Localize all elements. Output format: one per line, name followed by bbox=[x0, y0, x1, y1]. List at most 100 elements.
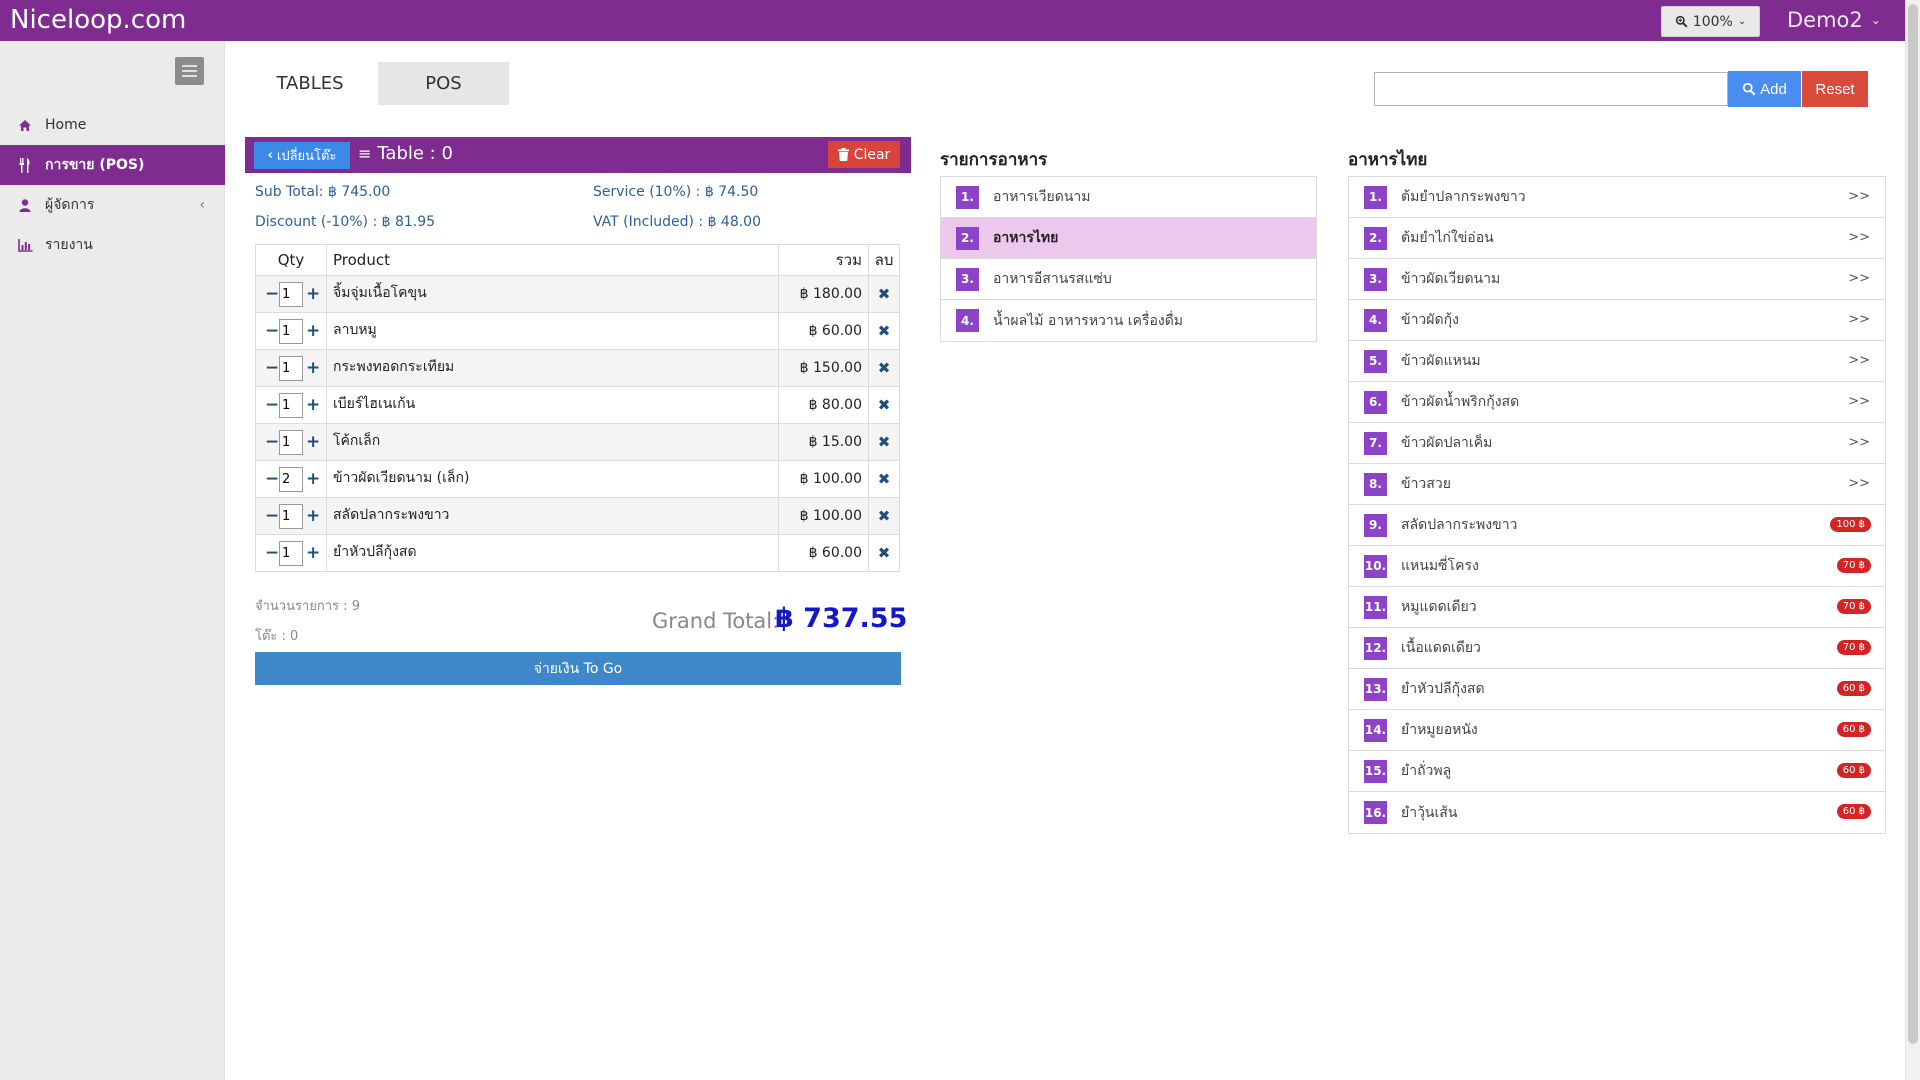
line-total: ฿ 150.00 bbox=[778, 349, 869, 387]
remove-item-icon[interactable]: ✖ bbox=[878, 285, 891, 303]
sidebar-item-reports[interactable]: รายงาน bbox=[0, 225, 225, 265]
menu-item-label: ข้าวผัดน้ำพริกกุ้งสด bbox=[1401, 394, 1520, 410]
decrease-qty-button[interactable]: − bbox=[265, 358, 279, 378]
menu-item[interactable]: 11. หมูแดดเดียว 70 ฿ bbox=[1349, 587, 1885, 628]
product-name: เบียร์ไฮเนเก้น bbox=[326, 386, 779, 424]
menu-item[interactable]: 6. ข้าวผัดน้ำพริกกุ้งสด >> bbox=[1349, 382, 1885, 423]
menu-item-label: ยำหัวปลีกุ้งสด bbox=[1401, 681, 1485, 697]
remove-item-icon[interactable]: ✖ bbox=[878, 433, 891, 451]
table-meta: โต๊ะ : 0 bbox=[255, 629, 299, 644]
category-item[interactable]: 4. น้ำผลไม้ อาหารหวาน เครื่องดื่ม bbox=[941, 300, 1316, 341]
menu-item[interactable]: 4. ข้าวผัดกุ้ง >> bbox=[1349, 300, 1885, 341]
decrease-qty-button[interactable]: − bbox=[265, 543, 279, 563]
scrollbar-thumb[interactable] bbox=[1908, 4, 1918, 1044]
decrease-qty-button[interactable]: − bbox=[265, 395, 279, 415]
table-row: − + ลาบหมู ฿ 60.00 ✖ bbox=[255, 312, 900, 350]
pay-button[interactable]: จ่ายเงิน To Go bbox=[255, 652, 901, 685]
zoom-dropdown[interactable]: 100% ⌄ bbox=[1661, 6, 1760, 37]
sidebar-item-home[interactable]: Home bbox=[0, 105, 225, 145]
qty-input[interactable] bbox=[279, 503, 303, 529]
tab-pos[interactable]: POS bbox=[378, 62, 509, 105]
decrease-qty-button[interactable]: − bbox=[265, 469, 279, 489]
page-scrollbar[interactable] bbox=[1905, 0, 1920, 1080]
tab-tables[interactable]: TABLES bbox=[250, 62, 370, 105]
remove-item-icon[interactable]: ✖ bbox=[878, 544, 891, 562]
increase-qty-button[interactable]: + bbox=[306, 469, 320, 489]
search-input[interactable] bbox=[1374, 72, 1728, 106]
brand-logo[interactable]: Niceloop.com bbox=[10, 5, 186, 35]
menu-item-label: แหนมซี่โครง bbox=[1401, 558, 1479, 574]
category-item[interactable]: 1. อาหารเวียดนาม bbox=[941, 177, 1316, 218]
discount-text: Discount (-10%) : ฿ 81.95 bbox=[255, 214, 436, 230]
qty-input[interactable] bbox=[279, 540, 303, 566]
category-item[interactable]: 2. อาหารไทย bbox=[941, 218, 1316, 259]
item-number: 1. bbox=[956, 185, 979, 209]
remove-item-icon[interactable]: ✖ bbox=[878, 470, 891, 488]
menu-item[interactable]: 5. ข้าวผัดแหนม >> bbox=[1349, 341, 1885, 382]
category-item[interactable]: 3. อาหารอีสานรสแซ่บ bbox=[941, 259, 1316, 300]
chevron-left-icon: ‹ bbox=[267, 148, 273, 163]
change-table-button[interactable]: ‹ เปลี่ยนโต๊ะ bbox=[254, 142, 350, 169]
submenu-arrow: >> bbox=[1848, 476, 1870, 491]
price-badge: 70 ฿ bbox=[1836, 599, 1871, 614]
item-number: 13. bbox=[1364, 677, 1387, 701]
menu-item[interactable]: 15. ยำถั่วพลู 60 ฿ bbox=[1349, 751, 1885, 792]
qty-input[interactable] bbox=[279, 392, 303, 418]
menu-item[interactable]: 12. เนื้อแดดเดียว 70 ฿ bbox=[1349, 628, 1885, 669]
increase-qty-button[interactable]: + bbox=[306, 321, 320, 341]
remove-item-icon[interactable]: ✖ bbox=[878, 507, 891, 525]
chevron-down-icon: ⌄ bbox=[1737, 16, 1747, 27]
trash-icon bbox=[837, 148, 849, 161]
menu-item[interactable]: 14. ยำหมูยอหนัง 60 ฿ bbox=[1349, 710, 1885, 751]
increase-qty-button[interactable]: + bbox=[306, 432, 320, 452]
menu-item[interactable]: 2. ต้มยำไก่ใข่อ่อน >> bbox=[1349, 218, 1885, 259]
menu-item[interactable]: 3. ข้าวผัดเวียดนาม >> bbox=[1349, 259, 1885, 300]
increase-qty-button[interactable]: + bbox=[306, 395, 320, 415]
menu-item[interactable]: 13. ยำหัวปลีกุ้งสด 60 ฿ bbox=[1349, 669, 1885, 710]
qty-input[interactable] bbox=[279, 281, 303, 307]
top-bar: Niceloop.com 100% ⌄ Demo2 ⌄ bbox=[0, 0, 1905, 41]
increase-qty-button[interactable]: + bbox=[306, 358, 320, 378]
menu-item[interactable]: 7. ข้าวผัดปลาเค็ม >> bbox=[1349, 423, 1885, 464]
remove-item-icon[interactable]: ✖ bbox=[878, 359, 891, 377]
qty-input[interactable] bbox=[279, 429, 303, 455]
remove-item-icon[interactable]: ✖ bbox=[878, 396, 891, 414]
qty-input[interactable] bbox=[279, 318, 303, 344]
user-menu[interactable]: Demo2 ⌄ bbox=[1787, 8, 1881, 32]
product-name: ข้าวผัดเวียดนาม (เล็ก) bbox=[326, 460, 779, 498]
menu-item[interactable]: 10. แหนมซี่โครง 70 ฿ bbox=[1349, 546, 1885, 587]
decrease-qty-button[interactable]: − bbox=[265, 321, 279, 341]
sidebar-toggle-button[interactable] bbox=[175, 57, 204, 85]
item-number: 7. bbox=[1364, 431, 1387, 455]
menu-item[interactable]: 16. ยำวุ้นเส้น 60 ฿ bbox=[1349, 792, 1885, 833]
decrease-qty-button[interactable]: − bbox=[265, 284, 279, 304]
zoom-icon bbox=[1675, 15, 1688, 28]
add-button[interactable]: Add bbox=[1728, 71, 1801, 107]
qty-input[interactable] bbox=[279, 466, 303, 492]
decrease-qty-button[interactable]: − bbox=[265, 506, 279, 526]
product-name: จิ้มจุ่มเนื้อโคขุน bbox=[326, 275, 779, 313]
product-name: กระพงทอดกระเทียม bbox=[326, 349, 779, 387]
reset-button[interactable]: Reset bbox=[1802, 71, 1868, 107]
clear-button[interactable]: Clear bbox=[828, 141, 900, 168]
menu-item-label: ยำหมูยอหนัง bbox=[1401, 722, 1478, 738]
sidebar-nav: Home การขาย (POS) ผู้จัดการ ‹ รายงาน bbox=[0, 105, 225, 265]
item-number: 4. bbox=[956, 309, 979, 332]
increase-qty-button[interactable]: + bbox=[306, 543, 320, 563]
menu-item[interactable]: 9. สลัดปลากระพงขาว 100 ฿ bbox=[1349, 505, 1885, 546]
remove-item-icon[interactable]: ✖ bbox=[878, 322, 891, 340]
add-button-label: Add bbox=[1760, 80, 1787, 98]
sidebar-item-manager[interactable]: ผู้จัดการ ‹ bbox=[0, 185, 225, 225]
menu-item[interactable]: 8. ข้าวสวย >> bbox=[1349, 464, 1885, 505]
change-table-label: เปลี่ยนโต๊ะ bbox=[276, 149, 337, 164]
decrease-qty-button[interactable]: − bbox=[265, 432, 279, 452]
category-list: 1. อาหารเวียดนาม 2. อาหารไทย 3. อาหารอีสานร… bbox=[940, 176, 1317, 342]
increase-qty-button[interactable]: + bbox=[306, 284, 320, 304]
increase-qty-button[interactable]: + bbox=[306, 506, 320, 526]
sidebar-item-pos[interactable]: การขาย (POS) bbox=[0, 145, 225, 185]
search-icon bbox=[1743, 82, 1756, 96]
qty-input[interactable] bbox=[279, 355, 303, 381]
clear-label: Clear bbox=[853, 146, 891, 163]
menu-list: 1. ต้มยำปลากระพงขาว >> 2. ต้มยำไก่ใข่อ่อน >>… bbox=[1348, 176, 1886, 834]
menu-item[interactable]: 1. ต้มยำปลากระพงขาว >> bbox=[1349, 177, 1885, 218]
